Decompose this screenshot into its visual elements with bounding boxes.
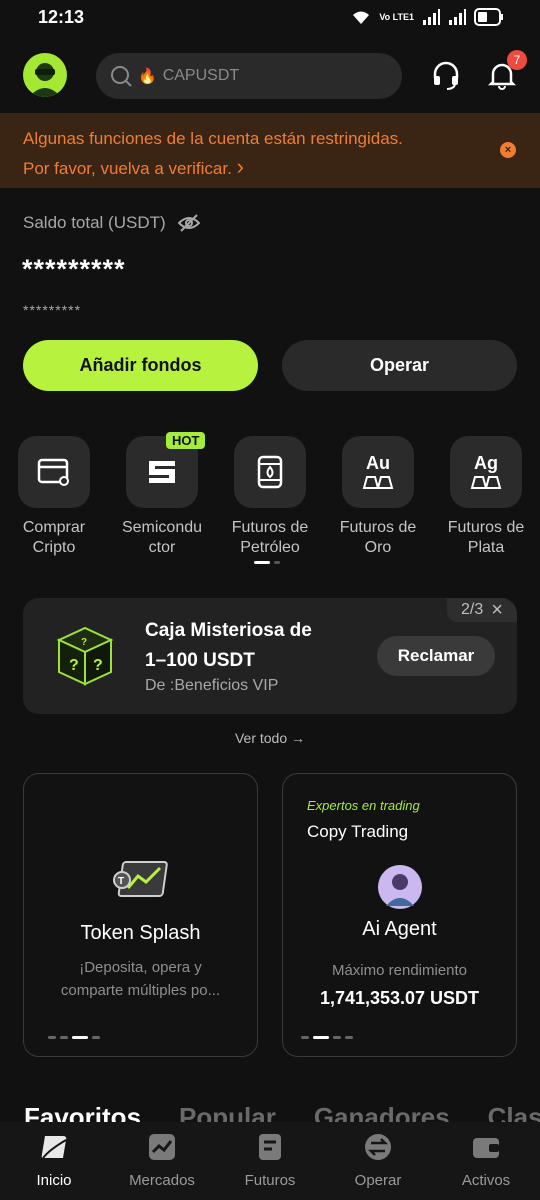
oil-barrel-icon [234,436,306,508]
copy-trading-pagination [301,1036,353,1039]
agent-avatar [378,865,422,909]
futures-icon [259,1134,281,1160]
quick-link-label: Comprar Cripto [22,519,86,556]
token-splash-pagination [48,1036,100,1039]
top-bar: 🔥 CAPUSDT [0,44,540,108]
silver-symbol: Ag [474,453,498,473]
gold-bars-icon: Au [342,436,414,508]
wifi-icon [353,11,370,24]
search-placeholder: CAPUSDT [162,67,240,84]
status-icons: Vo LTE1 [351,8,504,26]
silver-bars-icon: Ag [450,436,522,508]
chart-icon [149,1134,175,1160]
network-label: Vo LTE1 [379,11,414,22]
svg-text:?: ? [69,657,79,674]
headset-icon[interactable] [431,60,461,90]
chevron-right-icon: › [236,154,244,179]
quick-link-oil-futures[interactable]: Futuros de Petróleo [220,436,320,558]
token-splash-icon: T [113,861,168,897]
semiconductor-icon: HOT [126,432,206,508]
alert-line-2: Por favor, vuelva a verificar. › [23,154,244,179]
promo-title: Caja Misteriosa de 1–100 USDT [145,620,312,671]
promo-subtitle: De :Beneficios VIP [145,677,279,694]
quick-link-label: Semicondu ctor [121,519,203,556]
quick-link-label: Futuros de Oro [339,519,417,556]
nav-label: Activos [461,1172,511,1189]
search-bar[interactable]: 🔥 CAPUSDT [96,53,402,99]
quick-link-buy-crypto[interactable]: Comprar Cripto [4,436,104,558]
nav-markets[interactable]: Mercados [108,1122,216,1200]
quick-link-semiconductor[interactable]: HOT Semicondu ctor [112,432,212,558]
close-icon[interactable]: × [491,599,503,622]
balance-sub-amount: ********* [23,302,82,318]
balance-label: Saldo total (USDT) [23,213,166,232]
wallet-icon [473,1138,499,1158]
mystery-box-promo[interactable]: 2/3 × ? ? ? Caja Misteriosa de 1–100 USDT… [23,598,517,714]
copy-trading-tag: Expertos en trading [307,798,420,813]
restriction-alert[interactable]: Algunas funciones de la cuenta están res… [0,113,540,188]
trade-icon [365,1134,391,1160]
svg-text:T: T [118,876,124,887]
svg-text:?: ? [81,637,87,648]
nav-trade[interactable]: Operar [324,1122,432,1200]
eye-off-icon[interactable] [177,213,200,233]
card-icon [18,436,90,508]
trade-button[interactable]: Operar [282,340,517,391]
nav-label: Operar [354,1172,402,1189]
add-funds-button[interactable]: Añadir fondos [23,340,258,391]
balance-label-row: Saldo total (USDT) [23,213,200,233]
balance-amount: ********* [22,254,126,284]
signal-icon-2 [449,9,466,25]
hot-badge: HOT [166,432,206,449]
bottom-navigation: Inicio Mercados Futuros Operar Activos [0,1122,540,1200]
view-all-link[interactable]: Ver todo → [0,730,540,746]
nav-label: Futuros [244,1172,296,1189]
svg-text:?: ? [93,657,103,674]
alert-close-button[interactable]: × [500,142,516,158]
copy-trading-title: Copy Trading [307,822,409,841]
claim-button[interactable]: Reclamar [377,636,495,676]
avatar[interactable] [23,53,67,97]
token-splash-description: ¡Deposita, opera y comparte múltiples po.… [60,959,221,999]
battery-icon [474,8,503,26]
nav-assets[interactable]: Activos [432,1122,540,1200]
nav-futures[interactable]: Futuros [216,1122,324,1200]
quick-link-gold-futures[interactable]: Au Futuros de Oro [328,436,428,558]
max-return-label: Máximo rendimiento [331,962,468,979]
token-splash-card[interactable]: T Token Splash ¡Deposita, opera y compart… [23,773,258,1057]
quick-link-silver-futures[interactable]: Ag Futuros de Plata [436,436,536,558]
quick-link-label: Futuros de Petróleo [231,519,309,556]
search-icon [111,66,132,87]
nav-home[interactable]: Inicio [0,1122,108,1200]
quick-link-label: Futuros de Plata [447,519,525,556]
alert-line-1: Algunas funciones de la cuenta están res… [23,129,403,148]
token-splash-title: Token Splash [80,922,201,944]
home-icon [41,1136,67,1159]
status-time: 12:13 [38,6,85,27]
gold-symbol: Au [366,453,390,473]
quick-links-pagination [254,561,280,564]
promo-pager: 2/3 × [447,598,517,622]
nav-label: Inicio [36,1172,72,1189]
promo-page-indicator: 2/3 [461,601,484,618]
copy-trading-card[interactable]: Expertos en trading Copy Trading Ai Agen… [282,773,517,1057]
nav-label: Mercados [129,1172,195,1189]
mystery-box-icon: ? ? ? [56,626,114,686]
ai-agent-name: Ai Agent [362,918,437,940]
max-return-value: 1,741,353.07 USDT [319,988,480,1008]
notification-badge: 7 [507,50,527,70]
fire-icon: 🔥 [138,68,157,85]
status-bar: 12:13 Vo LTE1 [0,0,540,34]
signal-icon [423,9,440,25]
